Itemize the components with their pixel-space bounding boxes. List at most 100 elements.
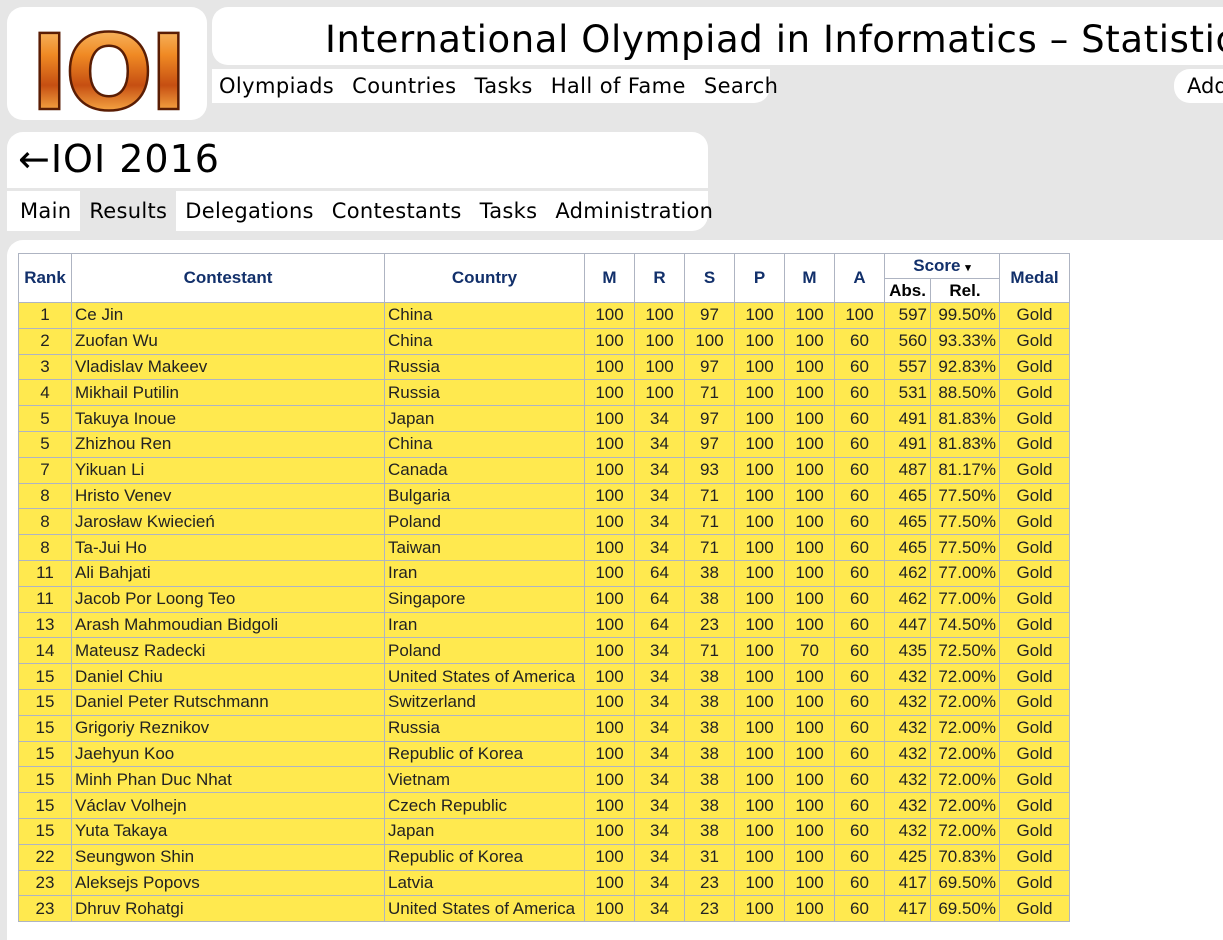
country-cell[interactable]: Russia bbox=[384, 379, 585, 407]
contestant-cell[interactable]: Ta-Jui Ho bbox=[71, 534, 385, 561]
contestant-cell[interactable]: Mateusz Radecki bbox=[71, 637, 385, 665]
country-cell-link[interactable]: Iran bbox=[388, 563, 417, 582]
col-header-contestant[interactable]: Contestant bbox=[71, 253, 385, 303]
country-cell[interactable]: Republic of Korea bbox=[384, 843, 585, 871]
country-cell-link[interactable]: China bbox=[388, 331, 432, 350]
country-cell[interactable]: China bbox=[384, 302, 585, 329]
contestant-cell-link[interactable]: Václav Volhejn bbox=[75, 796, 187, 815]
contestant-cell-link[interactable]: Seungwon Shin bbox=[75, 847, 194, 866]
country-cell[interactable]: Poland bbox=[384, 508, 585, 536]
country-cell-link[interactable]: Republic of Korea bbox=[388, 744, 523, 763]
col-header-rank[interactable]: Rank bbox=[18, 253, 72, 303]
country-cell[interactable]: Iran bbox=[384, 559, 585, 587]
country-cell[interactable]: Latvia bbox=[384, 869, 585, 897]
nav-olympiads[interactable]: Olympiads bbox=[212, 74, 341, 98]
contestant-cell-link[interactable]: Grigoriy Reznikov bbox=[75, 718, 209, 737]
contestant-cell-link[interactable]: Arash Mahmoudian Bidgoli bbox=[75, 615, 278, 634]
contestant-cell-link[interactable]: Mikhail Putilin bbox=[75, 383, 179, 402]
country-cell-link[interactable]: Bulgaria bbox=[388, 486, 450, 505]
country-cell[interactable]: Vietnam bbox=[384, 766, 585, 794]
country-cell-link[interactable]: United States of America bbox=[388, 667, 575, 686]
country-cell-link[interactable]: Iran bbox=[388, 615, 417, 634]
col-header-score[interactable]: Score ▾ bbox=[884, 253, 1000, 279]
contestant-cell-link[interactable]: Ce Jin bbox=[75, 305, 123, 324]
col-header-abs[interactable]: Abs. bbox=[884, 278, 931, 303]
country-cell[interactable]: Iran bbox=[384, 611, 585, 639]
nav-search[interactable]: Search bbox=[697, 74, 786, 98]
country-cell[interactable]: Czech Republic bbox=[384, 792, 585, 819]
contestant-cell-link[interactable]: Aleksejs Popovs bbox=[75, 873, 200, 892]
contestant-cell[interactable]: Daniel Chiu bbox=[71, 663, 385, 690]
contestant-cell-link[interactable]: Ta-Jui Ho bbox=[75, 538, 147, 557]
back-arrow-icon[interactable]: ← bbox=[18, 137, 51, 181]
contestant-cell[interactable]: Hristo Venev bbox=[71, 482, 385, 510]
contestant-cell[interactable]: Yuta Takaya bbox=[71, 817, 385, 845]
contestant-cell-link[interactable]: Dhruv Rohatgi bbox=[75, 899, 184, 918]
country-cell-link[interactable]: Czech Republic bbox=[388, 796, 507, 815]
country-cell-link[interactable]: Canada bbox=[388, 460, 448, 479]
country-cell-link[interactable]: Russia bbox=[388, 383, 440, 402]
tab-results[interactable]: Results bbox=[80, 191, 177, 231]
nav-hall-of-fame[interactable]: Hall of Fame bbox=[544, 74, 693, 98]
country-cell-link[interactable]: China bbox=[388, 305, 432, 324]
nav-tasks[interactable]: Tasks bbox=[467, 74, 539, 98]
contestant-cell[interactable]: Vladislav Makeev bbox=[71, 353, 385, 381]
tab-administration[interactable]: Administration bbox=[546, 191, 722, 231]
country-cell[interactable]: Russia bbox=[384, 353, 585, 381]
col-header-country[interactable]: Country bbox=[384, 253, 585, 303]
country-cell[interactable]: United States of America bbox=[384, 663, 585, 690]
country-cell[interactable]: China bbox=[384, 430, 585, 458]
tab-delegations[interactable]: Delegations bbox=[176, 191, 323, 231]
contestant-cell-link[interactable]: Jacob Por Loong Teo bbox=[75, 589, 235, 608]
contestant-cell-link[interactable]: Daniel Chiu bbox=[75, 667, 163, 686]
tab-tasks[interactable]: Tasks bbox=[471, 191, 547, 231]
country-cell-link[interactable]: Vietnam bbox=[388, 770, 450, 789]
country-cell-link[interactable]: Singapore bbox=[388, 589, 466, 608]
contestant-cell-link[interactable]: Vladislav Makeev bbox=[75, 357, 207, 376]
contestant-cell-link[interactable]: Daniel Peter Rutschmann bbox=[75, 692, 269, 711]
country-cell[interactable]: Poland bbox=[384, 637, 585, 665]
contestant-cell-link[interactable]: Zhizhou Ren bbox=[75, 434, 171, 453]
col-header-medal[interactable]: Medal bbox=[999, 253, 1070, 303]
contestant-cell[interactable]: Minh Phan Duc Nhat bbox=[71, 766, 385, 794]
contestant-cell[interactable]: Jaehyun Koo bbox=[71, 740, 385, 768]
contestant-cell[interactable]: Václav Volhejn bbox=[71, 792, 385, 819]
country-cell-link[interactable]: Republic of Korea bbox=[388, 847, 523, 866]
country-cell-link[interactable]: Switzerland bbox=[388, 692, 476, 711]
contestant-cell-link[interactable]: Hristo Venev bbox=[75, 486, 171, 505]
col-header-task-5[interactable]: M bbox=[784, 253, 835, 303]
country-cell-link[interactable]: Latvia bbox=[388, 873, 433, 892]
contestant-cell-link[interactable]: Yikuan Li bbox=[75, 460, 144, 479]
country-cell-link[interactable]: China bbox=[388, 434, 432, 453]
contestant-cell[interactable]: Ali Bahjati bbox=[71, 559, 385, 587]
country-cell[interactable]: Bulgaria bbox=[384, 482, 585, 510]
country-cell-link[interactable]: United States of America bbox=[388, 899, 575, 918]
country-cell[interactable]: Switzerland bbox=[384, 688, 585, 716]
contestant-cell[interactable]: Grigoriy Reznikov bbox=[71, 714, 385, 742]
contestant-cell[interactable]: Daniel Peter Rutschmann bbox=[71, 688, 385, 716]
country-cell[interactable]: Japan bbox=[384, 405, 585, 432]
country-cell[interactable]: United States of America bbox=[384, 895, 585, 923]
contestant-cell[interactable]: Mikhail Putilin bbox=[71, 379, 385, 407]
col-header-rel[interactable]: Rel. bbox=[930, 278, 1000, 303]
country-cell-link[interactable]: Taiwan bbox=[388, 538, 441, 557]
contestant-cell[interactable]: Aleksejs Popovs bbox=[71, 869, 385, 897]
contestant-cell[interactable]: Arash Mahmoudian Bidgoli bbox=[71, 611, 385, 639]
col-header-task-6[interactable]: A bbox=[834, 253, 885, 303]
country-cell-link[interactable]: Japan bbox=[388, 821, 434, 840]
contestant-cell-link[interactable]: Ali Bahjati bbox=[75, 563, 151, 582]
contestant-cell[interactable]: Seungwon Shin bbox=[71, 843, 385, 871]
nav-add-partial[interactable]: Add bbox=[1174, 74, 1223, 98]
country-cell-link[interactable]: Russia bbox=[388, 718, 440, 737]
contestant-cell[interactable]: Dhruv Rohatgi bbox=[71, 895, 385, 923]
contestant-cell[interactable]: Zhizhou Ren bbox=[71, 430, 385, 458]
country-cell[interactable]: Singapore bbox=[384, 585, 585, 613]
contestant-cell-link[interactable]: Mateusz Radecki bbox=[75, 641, 205, 660]
country-cell[interactable]: Canada bbox=[384, 456, 585, 484]
col-header-task-3[interactable]: S bbox=[684, 253, 735, 303]
contestant-cell-link[interactable]: Yuta Takaya bbox=[75, 821, 167, 840]
tab-contestants[interactable]: Contestants bbox=[323, 191, 471, 231]
contestant-cell-link[interactable]: Jaehyun Koo bbox=[75, 744, 174, 763]
country-cell[interactable]: Republic of Korea bbox=[384, 740, 585, 768]
country-cell[interactable]: Japan bbox=[384, 817, 585, 845]
